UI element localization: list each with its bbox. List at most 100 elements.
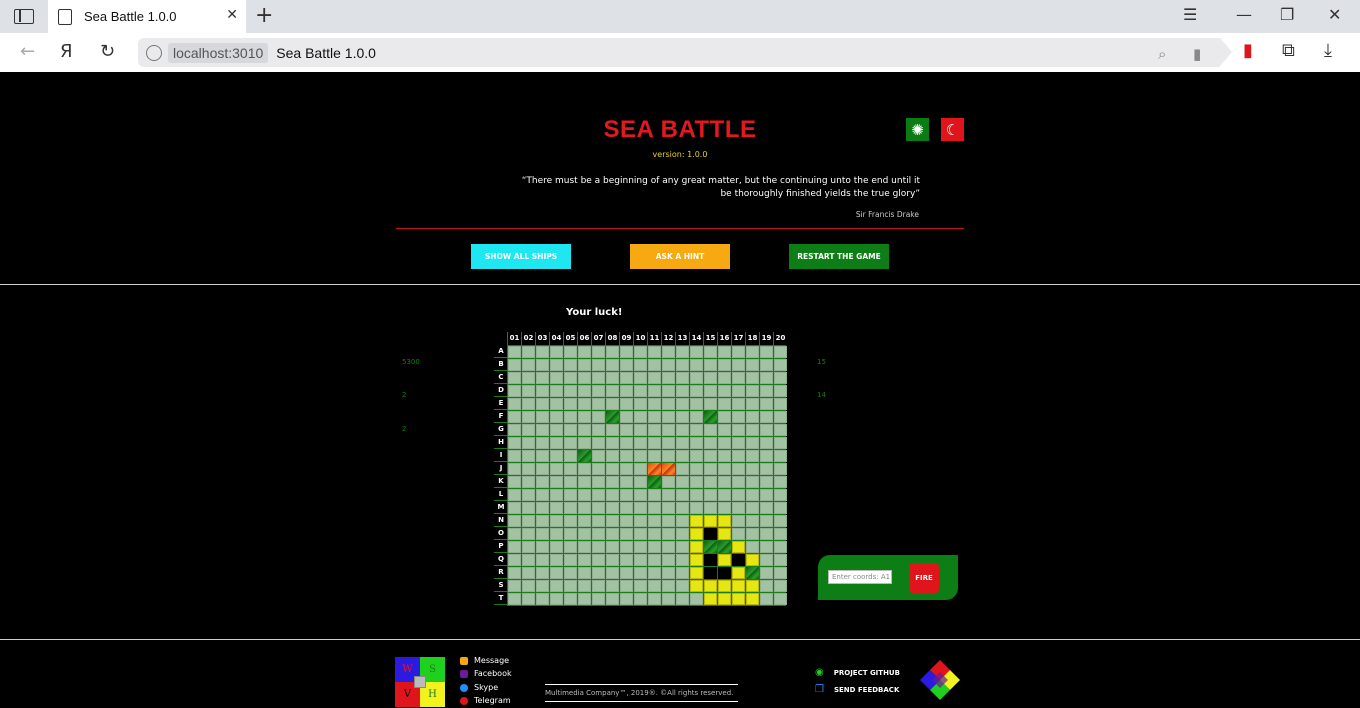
board-cell[interactable] [662, 515, 675, 527]
board-cell[interactable] [718, 489, 731, 501]
board-cell[interactable] [676, 359, 689, 371]
board-cell[interactable] [550, 515, 563, 527]
board-cell[interactable] [634, 476, 647, 488]
board-cell[interactable] [536, 346, 549, 358]
board-cell[interactable] [704, 437, 717, 449]
board-cell[interactable] [634, 541, 647, 553]
board-cell-miss[interactable] [606, 411, 619, 423]
board-cell[interactable] [774, 450, 787, 462]
board-cell[interactable] [648, 450, 661, 462]
board-cell[interactable] [634, 346, 647, 358]
board-cell[interactable] [746, 476, 759, 488]
reload-icon[interactable]: ↻ [100, 41, 115, 62]
board-cell[interactable] [662, 411, 675, 423]
board-cell[interactable] [592, 515, 605, 527]
board-cell[interactable] [550, 593, 563, 605]
board-cell[interactable] [592, 554, 605, 566]
board-cell[interactable] [732, 463, 745, 475]
board-cell[interactable] [620, 437, 633, 449]
board-cell[interactable] [620, 567, 633, 579]
board-cell[interactable] [746, 346, 759, 358]
board-cell[interactable] [522, 567, 535, 579]
board-cell-ship[interactable] [746, 593, 759, 605]
board-cell[interactable] [620, 489, 633, 501]
board-cell[interactable] [746, 515, 759, 527]
board-cell[interactable] [634, 411, 647, 423]
board-cell[interactable] [648, 541, 661, 553]
board-cell[interactable] [760, 476, 773, 488]
board-cell[interactable] [522, 554, 535, 566]
board-cell[interactable] [718, 385, 731, 397]
board-cell[interactable] [578, 554, 591, 566]
board-cell[interactable] [578, 437, 591, 449]
dark-theme-icon[interactable]: ☾ [941, 118, 964, 141]
board-cell[interactable] [648, 502, 661, 514]
board-cell[interactable] [606, 489, 619, 501]
board-cell[interactable] [522, 372, 535, 384]
board-cell-ship[interactable] [690, 515, 703, 527]
board-cell-sea[interactable] [704, 567, 717, 579]
board-cell[interactable] [592, 463, 605, 475]
board-cell[interactable] [620, 411, 633, 423]
board-cell[interactable] [564, 515, 577, 527]
board-cell[interactable] [592, 528, 605, 540]
board-cell[interactable] [522, 593, 535, 605]
board-cell[interactable] [774, 554, 787, 566]
board-cell[interactable] [536, 567, 549, 579]
board-cell[interactable] [522, 359, 535, 371]
board-cell[interactable] [648, 580, 661, 592]
board-cell[interactable] [662, 528, 675, 540]
board-cell-ship[interactable] [690, 528, 703, 540]
board-cell[interactable] [592, 567, 605, 579]
board-cell[interactable] [578, 398, 591, 410]
board-cell[interactable] [774, 346, 787, 358]
board-cell[interactable] [690, 385, 703, 397]
board-cell[interactable] [508, 424, 521, 436]
new-tab-icon[interactable]: + [255, 3, 273, 28]
board-cell[interactable] [648, 554, 661, 566]
board-cell[interactable] [774, 541, 787, 553]
board-cell-ship[interactable] [718, 515, 731, 527]
board-cell[interactable] [746, 385, 759, 397]
board-cell[interactable] [536, 385, 549, 397]
board-cell[interactable] [536, 411, 549, 423]
board-cell[interactable] [634, 450, 647, 462]
board-cell[interactable] [550, 554, 563, 566]
board-cell[interactable] [760, 424, 773, 436]
board-cell[interactable] [746, 359, 759, 371]
site-info-icon[interactable] [146, 44, 162, 61]
board-cell[interactable] [606, 554, 619, 566]
board-cell[interactable] [662, 385, 675, 397]
board-cell[interactable] [522, 502, 535, 514]
board-cell[interactable] [718, 411, 731, 423]
board-cell[interactable] [620, 346, 633, 358]
board-cell[interactable] [746, 528, 759, 540]
board-cell[interactable] [690, 437, 703, 449]
board-cell[interactable] [704, 450, 717, 462]
board-cell[interactable] [774, 528, 787, 540]
board-cell[interactable] [578, 359, 591, 371]
board-cell[interactable] [732, 515, 745, 527]
board-cell[interactable] [704, 372, 717, 384]
board-cell[interactable] [578, 567, 591, 579]
board-cell[interactable] [676, 541, 689, 553]
board-cell-ship[interactable] [746, 580, 759, 592]
board-cell[interactable] [592, 424, 605, 436]
board-cell[interactable] [760, 580, 773, 592]
board-cell[interactable] [746, 424, 759, 436]
board-cell[interactable] [592, 411, 605, 423]
board-cell[interactable] [774, 567, 787, 579]
board-cell[interactable] [550, 372, 563, 384]
board-cell[interactable] [704, 463, 717, 475]
menu-icon[interactable]: ☰ [1183, 5, 1197, 24]
board-cell[interactable] [634, 437, 647, 449]
board-cell-ship[interactable] [732, 593, 745, 605]
board-cell[interactable] [592, 398, 605, 410]
board-cell[interactable] [662, 593, 675, 605]
board-cell[interactable] [760, 385, 773, 397]
board-cell-ship[interactable] [718, 580, 731, 592]
board-cell[interactable] [536, 359, 549, 371]
board-cell[interactable] [606, 346, 619, 358]
board-cell[interactable] [592, 593, 605, 605]
board-cell[interactable] [550, 580, 563, 592]
